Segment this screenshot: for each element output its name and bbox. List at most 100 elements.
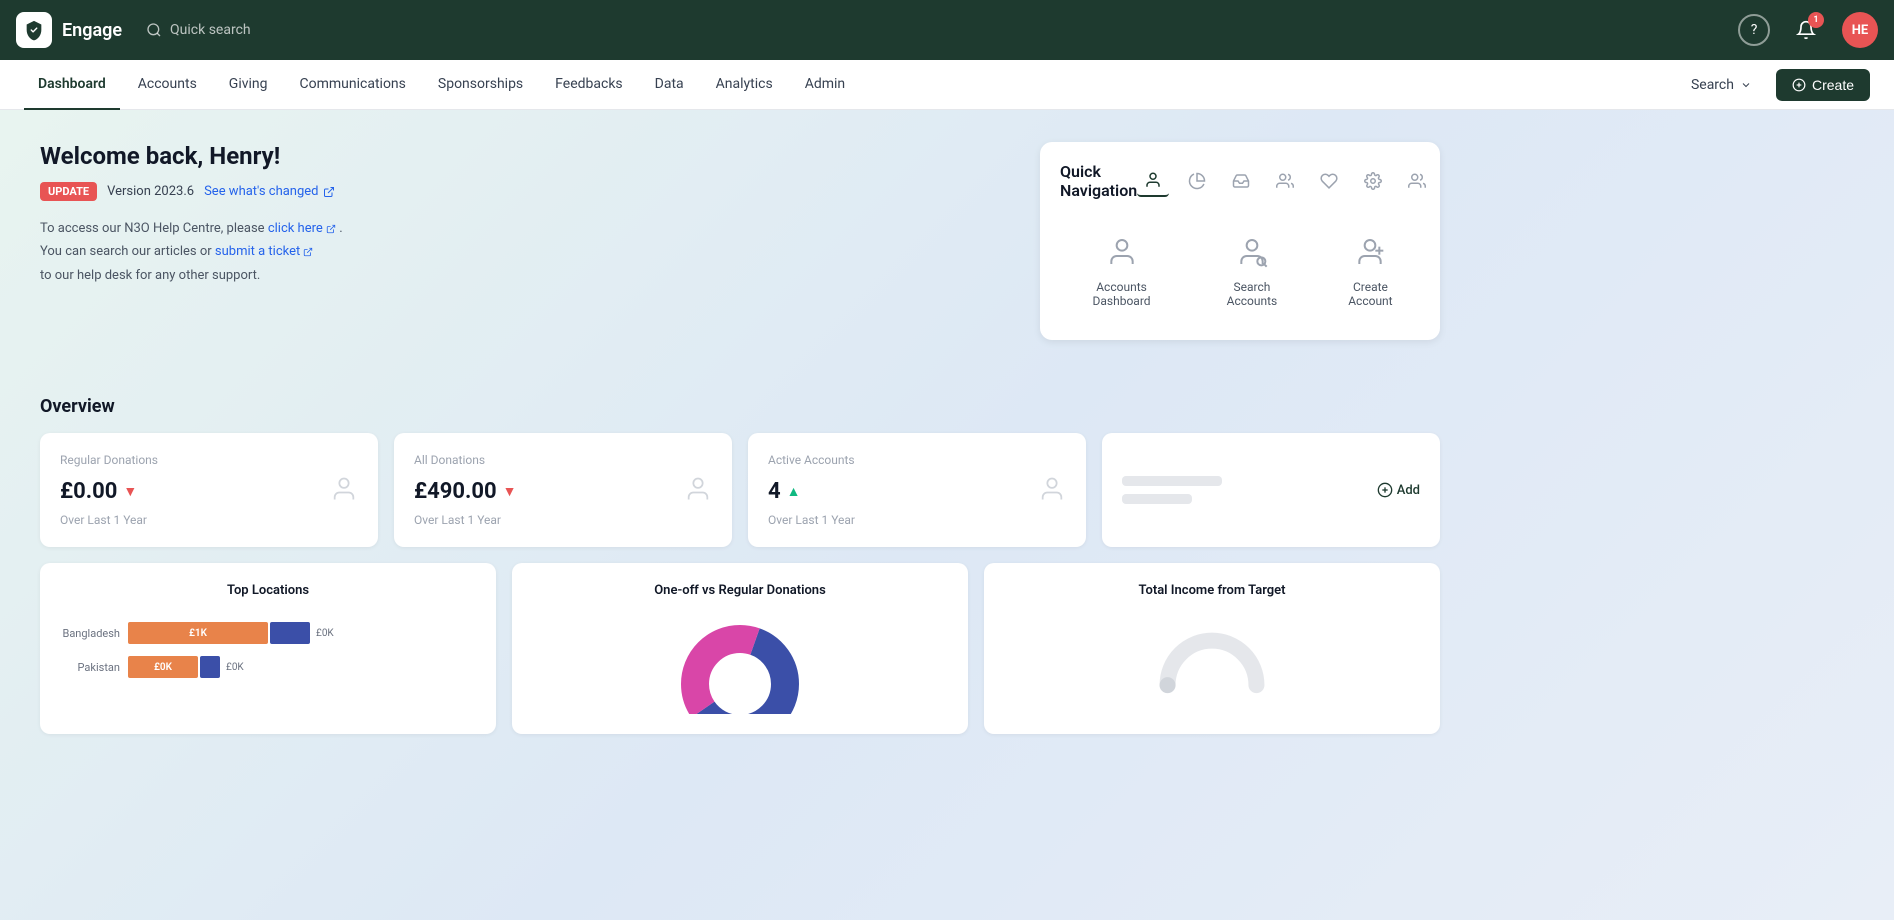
all-donations-value-row: £490.00 ▼ xyxy=(414,475,712,507)
qn-tab-inbox[interactable] xyxy=(1225,165,1257,197)
nav-item-giving[interactable]: Giving xyxy=(215,60,282,110)
all-donations-person-icon xyxy=(684,475,712,507)
quick-nav-card: Quick Navigation xyxy=(1040,142,1440,340)
regular-donations-value: £0.00 ▼ xyxy=(60,479,137,504)
qn-item-create-account[interactable]: Create Account xyxy=(1321,220,1420,320)
bar-val-bangladesh: £0K xyxy=(316,628,334,639)
user-avatar[interactable]: HE xyxy=(1842,12,1878,48)
accounts-dashboard-icon xyxy=(1102,232,1142,272)
placeholder-line-2 xyxy=(1122,494,1192,504)
click-here-link[interactable]: click here xyxy=(268,221,339,236)
version-text: Version 2023.6 xyxy=(107,184,194,199)
qn-tab-users[interactable] xyxy=(1401,165,1433,197)
all-donations-period: Over Last 1 Year xyxy=(414,513,712,527)
gauge-wrap xyxy=(1004,614,1420,694)
stat-card-regular-donations: Regular Donations £0.00 ▼ xyxy=(40,433,378,547)
nav-item-feedbacks[interactable]: Feedbacks xyxy=(541,60,636,110)
add-widget-button[interactable]: Add xyxy=(1377,482,1420,498)
nav-item-analytics[interactable]: Analytics xyxy=(702,60,787,110)
quick-nav-title: Quick Navigation xyxy=(1060,162,1137,200)
top-locations-chart: Bangladesh £1K £0K Pakistan xyxy=(60,614,476,698)
notification-badge: 1 xyxy=(1808,12,1824,28)
search-placeholder: Quick search xyxy=(170,22,251,38)
quick-nav-header: Quick Navigation xyxy=(1060,162,1420,200)
bar-label-pakistan: Pakistan xyxy=(60,661,120,674)
active-accounts-trend: ▲ xyxy=(787,483,801,500)
welcome-section: Welcome back, Henry! UPDATE Version 2023… xyxy=(40,142,1016,340)
notifications-button[interactable]: 1 xyxy=(1790,14,1822,46)
bar-seg-pakistan-2 xyxy=(200,656,220,678)
top-locations-title: Top Locations xyxy=(60,583,476,598)
total-income-title: Total Income from Target xyxy=(1004,583,1420,598)
stat-card-all-donations: All Donations £490.00 ▼ xyxy=(394,433,732,547)
bar-wrap-pakistan: £0K £0K xyxy=(128,656,476,678)
regular-donations-period: Over Last 1 Year xyxy=(60,513,358,527)
top-bar-right: ? 1 HE xyxy=(1738,12,1878,48)
overview-cards: Regular Donations £0.00 ▼ xyxy=(40,433,1440,547)
top-search[interactable]: Quick search xyxy=(146,22,251,38)
search-accounts-icon xyxy=(1232,232,1272,272)
bar-val-pakistan: £0K xyxy=(226,662,244,673)
nav-item-data[interactable]: Data xyxy=(641,60,698,110)
help-button[interactable]: ? xyxy=(1738,14,1770,46)
one-off-title: One-off vs Regular Donations xyxy=(532,583,948,598)
stat-card-active-accounts: Active Accounts 4 ▲ xyxy=(748,433,1086,547)
bar-wrap-bangladesh: £1K £0K xyxy=(128,622,476,644)
help-text-1: To access our N3O Help Centre, please xyxy=(40,221,265,236)
stat-card-add: Add xyxy=(1102,433,1440,547)
regular-donations-amount: £0.00 xyxy=(60,479,117,504)
overview-section: Overview Regular Donations £0.00 ▼ xyxy=(40,396,1440,734)
charts-row: Top Locations Bangladesh £1K £0K xyxy=(40,563,1440,734)
bar-label-bangladesh: Bangladesh xyxy=(60,627,120,640)
secondary-nav: Dashboard Accounts Giving Communications… xyxy=(0,60,1894,110)
chart-one-off-regular: One-off vs Regular Donations xyxy=(512,563,968,734)
regular-donations-trend: ▼ xyxy=(123,483,137,500)
all-donations-value: £490.00 ▼ xyxy=(414,479,516,504)
add-label: Add xyxy=(1397,483,1420,498)
top-bar: Engage Quick search ? 1 HE xyxy=(0,0,1894,60)
create-account-label: Create Account xyxy=(1337,280,1404,308)
update-badge-row: UPDATE Version 2023.6 See what's changed xyxy=(40,182,1016,201)
nav-item-dashboard[interactable]: Dashboard xyxy=(24,60,120,110)
welcome-title: Welcome back, Henry! xyxy=(40,142,1016,170)
quick-nav-icon-row xyxy=(1137,165,1433,197)
qn-item-accounts-dashboard[interactable]: Accounts Dashboard xyxy=(1060,220,1183,320)
create-account-icon xyxy=(1350,232,1390,272)
see-changes-link[interactable]: See what's changed xyxy=(204,184,334,199)
qn-tab-person[interactable] xyxy=(1137,165,1169,197)
bar-seg-pakistan-1: £0K xyxy=(128,656,198,678)
update-badge: UPDATE xyxy=(40,182,97,201)
active-accounts-person-icon xyxy=(1038,475,1066,507)
qn-item-search-accounts[interactable]: Search Accounts xyxy=(1199,220,1305,320)
qn-tab-settings[interactable] xyxy=(1357,165,1389,197)
active-accounts-value: 4 ▲ xyxy=(768,479,800,504)
nav-item-admin[interactable]: Admin xyxy=(791,60,859,110)
create-button[interactable]: Create xyxy=(1776,69,1870,101)
help-text: To access our N3O Help Centre, please cl… xyxy=(40,217,1016,287)
placeholder-line-1 xyxy=(1122,476,1222,486)
nav-item-sponsorships[interactable]: Sponsorships xyxy=(424,60,537,110)
content-grid: Welcome back, Henry! UPDATE Version 2023… xyxy=(40,142,1440,734)
regular-donations-value-row: £0.00 ▼ xyxy=(60,475,358,507)
nav-item-communications[interactable]: Communications xyxy=(286,60,420,110)
add-card-content xyxy=(1122,476,1222,504)
active-accounts-period: Over Last 1 Year xyxy=(768,513,1066,527)
accounts-dashboard-label: Accounts Dashboard xyxy=(1076,280,1167,308)
quick-nav-items: Accounts Dashboard Search Acco xyxy=(1060,220,1420,320)
all-donations-label: All Donations xyxy=(414,453,712,467)
overview-title: Overview xyxy=(40,396,1440,417)
submit-ticket-link[interactable]: submit a ticket xyxy=(215,244,314,259)
search-button[interactable]: Search xyxy=(1679,71,1764,99)
search-label: Search xyxy=(1691,77,1734,93)
logo-area: Engage xyxy=(16,12,122,48)
nav-item-accounts[interactable]: Accounts xyxy=(124,60,211,110)
chart-total-income: Total Income from Target xyxy=(984,563,1440,734)
see-changes-label: See what's changed xyxy=(204,184,318,199)
qn-tab-group[interactable] xyxy=(1269,165,1301,197)
donut-wrap xyxy=(532,614,948,714)
qn-tab-heart[interactable] xyxy=(1313,165,1345,197)
bar-seg-bangladesh-2 xyxy=(270,622,310,644)
logo-icon[interactable] xyxy=(16,12,52,48)
help-text-3: to our help desk for any other support. xyxy=(40,268,260,283)
qn-tab-pie[interactable] xyxy=(1181,165,1213,197)
